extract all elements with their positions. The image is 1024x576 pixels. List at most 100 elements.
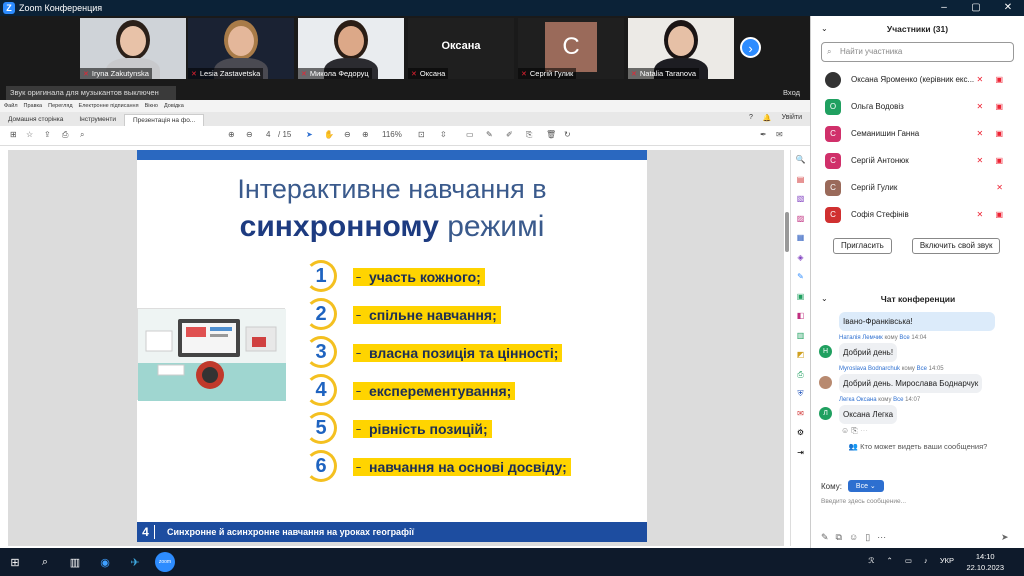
compress-icon[interactable]: ▣ xyxy=(791,287,810,307)
participant-row[interactable]: С Сергій Гулик ✕ xyxy=(811,174,1024,201)
chevron-down-icon[interactable]: ⌄ xyxy=(821,16,828,42)
participant-row[interactable]: Оксана Яроменко (керівник екс... ✕ ▣ xyxy=(811,66,1024,93)
minimize-button[interactable]: – xyxy=(928,0,960,16)
chevron-down-icon[interactable]: ⌄ xyxy=(821,286,828,312)
hand-icon[interactable]: ✋ xyxy=(324,130,334,139)
sign-icon[interactable]: ✒ xyxy=(760,130,767,139)
participant-video-tile[interactable]: ✕ Natalia Taranova xyxy=(628,18,734,79)
document-area[interactable]: Інтерактивне навчання в синхронному режи… xyxy=(8,150,789,546)
menu-file[interactable]: Файл xyxy=(4,103,18,109)
invite-button[interactable]: Пригласить xyxy=(833,238,892,254)
collapse-icon[interactable]: ⇥ xyxy=(791,443,810,463)
tray-icons[interactable]: ℛ ⌃ ▭ ♪ xyxy=(868,556,932,565)
emoji-icon[interactable]: ☺ xyxy=(849,532,865,542)
help-icon[interactable]: ? xyxy=(749,114,753,122)
rotate-icon[interactable]: ↻ xyxy=(564,130,571,139)
redact-icon[interactable]: ◧ xyxy=(791,306,810,326)
avatar xyxy=(819,376,832,389)
menu-edit[interactable]: Правка xyxy=(24,103,43,109)
participant-video-tile[interactable]: Оксана ✕ Оксана xyxy=(408,18,514,79)
taskbar: ⊞ ⌕ ▥ ◉ ✈ zoom ℛ ⌃ ▭ ♪ УКР 14:10 22.10.2… xyxy=(0,548,1024,576)
file-icon[interactable]: ▯ xyxy=(865,532,877,542)
slide-footer: 4 Синхронне й асинхронне навчання на уро… xyxy=(137,522,647,542)
participant-row[interactable]: С Семанишин Ганна ✕ ▣ xyxy=(811,120,1024,147)
create-pdf-icon[interactable]: ▨ xyxy=(791,209,810,229)
send-icon[interactable]: ➤ xyxy=(1001,532,1009,543)
organize-icon[interactable]: ✎ xyxy=(791,267,810,287)
comment-tool-icon[interactable]: ▦ xyxy=(791,228,810,248)
fit-icon[interactable]: ⊡ xyxy=(418,130,425,139)
protect-icon[interactable]: ▥ xyxy=(791,326,810,346)
tab-home[interactable]: Домашня сторінка xyxy=(0,114,71,126)
shield-icon[interactable]: ⛨ xyxy=(791,384,810,404)
unmute-button[interactable]: Включить свой звук xyxy=(911,238,1001,254)
windows-start-icon[interactable]: ⊞ xyxy=(0,556,30,569)
clock[interactable]: 14:10 22.10.2023 xyxy=(966,551,1004,573)
message-reactions[interactable]: ☺ ⎘ ⋯ xyxy=(811,426,1024,436)
zoom-level[interactable]: 116% xyxy=(382,130,402,139)
menu-help[interactable]: Довідка xyxy=(164,103,184,109)
menu-esign[interactable]: Електронне підписання xyxy=(79,103,139,109)
comment-icon[interactable]: ▭ xyxy=(466,130,474,139)
who-can-see-link[interactable]: 👥 Кто может видеть ваши сообщения? xyxy=(811,442,1024,451)
participant-row[interactable]: С Софія Стефінів ✕ ▣ xyxy=(811,201,1024,228)
next-page-button[interactable]: › xyxy=(740,37,761,58)
edit-pdf-icon[interactable]: ▧ xyxy=(791,189,810,209)
stamp-icon[interactable]: ⎘ xyxy=(526,130,532,140)
format-icon[interactable]: ✎ xyxy=(821,532,836,542)
fill-sign-icon[interactable]: ◩ xyxy=(791,345,810,365)
participant-video-tile[interactable]: С ✕ Сергій Гулик xyxy=(518,18,624,79)
participant-search-input[interactable]: ⌕ Найти участника xyxy=(821,42,1014,62)
task-view-icon[interactable]: ▥ xyxy=(60,556,90,569)
sign-in-button[interactable]: Увійти xyxy=(782,114,802,122)
upload-icon[interactable]: ⇪ xyxy=(44,130,51,139)
participant-name-tag: ✕ Сергій Гулик xyxy=(518,68,577,79)
menu-window[interactable]: Вікно xyxy=(145,103,158,109)
menu-view[interactable]: Перегляд xyxy=(48,103,72,109)
send-icon[interactable]: ✉ xyxy=(791,404,810,424)
window-title: Zoom Конференция xyxy=(19,3,103,13)
screenshot-icon[interactable]: ⧉ xyxy=(836,532,849,542)
tab-tools[interactable]: Інструменти xyxy=(71,114,124,126)
delete-icon[interactable]: 🗑 xyxy=(546,130,556,139)
export-pdf-icon[interactable]: ▤ xyxy=(791,170,810,190)
search-icon[interactable]: ⌕ xyxy=(30,556,60,569)
highlight-icon[interactable]: ✐ xyxy=(506,130,513,139)
page-down-icon[interactable]: ⊖ xyxy=(246,130,253,139)
combine-icon[interactable]: ◈ xyxy=(791,248,810,268)
language-indicator[interactable]: УКР xyxy=(940,556,954,565)
tab-document[interactable]: Презентація на фо... xyxy=(123,114,205,126)
create-icon[interactable]: ⊞ xyxy=(10,130,17,139)
scroll-icon[interactable]: ⇳ xyxy=(440,130,447,139)
zoom-out-icon[interactable]: ⊖ xyxy=(344,130,351,139)
chat-input[interactable]: Введите здесь сообщение... xyxy=(821,498,906,505)
print-icon[interactable]: ⎙ xyxy=(62,130,68,140)
vertical-scrollbar[interactable] xyxy=(785,212,789,252)
participant-row[interactable]: С Сергій Антонюк ✕ ▣ xyxy=(811,147,1024,174)
telegram-icon[interactable]: ✈ xyxy=(120,556,150,569)
enter-label[interactable]: Вход xyxy=(783,88,800,97)
zoom-taskbar-icon[interactable]: zoom xyxy=(150,552,180,572)
print-production-icon[interactable]: ⎙ xyxy=(791,365,810,385)
page-number[interactable]: 4 xyxy=(266,130,270,139)
avatar: Н xyxy=(819,345,832,358)
participant-video-tile[interactable]: ✕ Микола Федоруц xyxy=(298,18,404,79)
more-tools-icon[interactable]: ⚙ xyxy=(791,423,810,443)
participant-video-tile[interactable]: ✕ Iryna Zakutynska xyxy=(80,18,186,79)
cursor-icon[interactable]: ➤ xyxy=(306,130,313,139)
participant-video-tile[interactable]: ✕ Lesia Zastavetska xyxy=(188,18,294,79)
zoom-tool-icon[interactable]: 🔍 xyxy=(791,150,810,170)
more-icon[interactable]: ⋯ xyxy=(877,532,893,542)
pen-icon[interactable]: ✎ xyxy=(486,130,493,139)
recipient-select[interactable]: Все ⌄ xyxy=(847,480,884,492)
zoom-in-icon[interactable]: ⊕ xyxy=(362,130,369,139)
star-icon[interactable]: ☆ xyxy=(26,130,33,139)
search-icon[interactable]: ⌕ xyxy=(80,130,84,140)
page-up-icon[interactable]: ⊕ xyxy=(228,130,235,139)
email-icon[interactable]: ✉ xyxy=(776,130,783,139)
bell-icon[interactable]: 🔔 xyxy=(763,114,772,122)
participant-row[interactable]: О Ольга Водовіз ✕ ▣ xyxy=(811,93,1024,120)
maximize-button[interactable]: ▢ xyxy=(960,0,992,16)
close-button[interactable]: ✕ xyxy=(992,0,1024,16)
edge-icon[interactable]: ◉ xyxy=(90,556,120,569)
